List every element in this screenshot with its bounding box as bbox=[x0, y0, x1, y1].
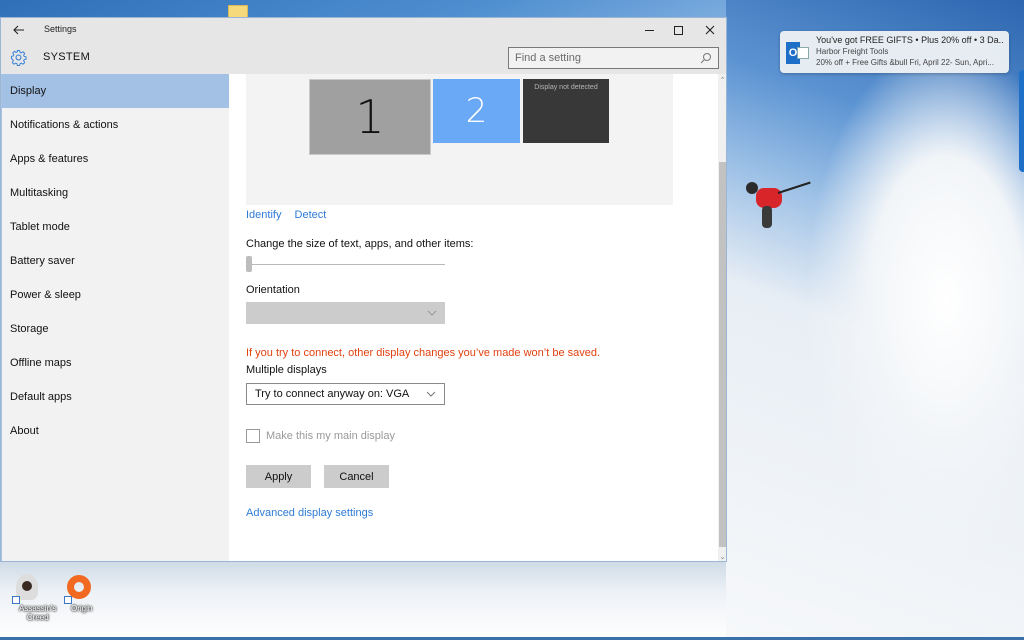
orientation-dropdown[interactable] bbox=[246, 302, 445, 324]
slider-track bbox=[246, 264, 445, 265]
desktop-icon-label: Assassin's Creed bbox=[19, 604, 57, 622]
search-box[interactable] bbox=[508, 47, 719, 69]
main-display-checkbox[interactable] bbox=[246, 429, 260, 443]
desktop-wallpaper bbox=[726, 0, 1024, 640]
close-button[interactable] bbox=[695, 20, 725, 40]
search-input[interactable] bbox=[515, 52, 700, 64]
sidebar-item-battery-saver[interactable]: Battery saver bbox=[2, 244, 229, 278]
section-title: SYSTEM bbox=[43, 51, 91, 63]
sidebar-item-offline-maps[interactable]: Offline maps bbox=[2, 346, 229, 380]
close-icon bbox=[705, 25, 715, 35]
minimize-icon bbox=[644, 29, 654, 31]
sidebar-item-display[interactable]: Display bbox=[2, 74, 229, 108]
search-icon[interactable] bbox=[700, 52, 712, 64]
multiple-displays-label: Multiple displays bbox=[246, 364, 327, 376]
multiple-displays-value: Try to connect anyway on: VGA bbox=[255, 388, 410, 400]
apply-button[interactable]: Apply bbox=[246, 465, 311, 488]
display-settings-content: 1 2 Display not detected Identify Detect… bbox=[229, 74, 718, 561]
wallpaper-skier bbox=[742, 181, 811, 242]
display-links: Identify Detect bbox=[246, 209, 336, 221]
desktop-icon-label: Origin bbox=[71, 604, 93, 613]
warning-message: If you try to connect, other display cha… bbox=[246, 347, 601, 359]
cancel-button[interactable]: Cancel bbox=[324, 465, 389, 488]
outlook-icon: O bbox=[786, 42, 809, 64]
scrollbar-thumb[interactable] bbox=[719, 162, 726, 547]
detect-link[interactable]: Detect bbox=[295, 209, 327, 221]
sidebar-item-tablet-mode[interactable]: Tablet mode bbox=[2, 210, 229, 244]
origin-icon bbox=[64, 572, 94, 604]
content-scrollbar[interactable]: ⌃ ⌄ bbox=[718, 74, 726, 561]
assassins-creed-icon bbox=[12, 572, 42, 604]
sidebar: Display Notifications & actions Apps & f… bbox=[1, 74, 229, 561]
multiple-displays-dropdown[interactable]: Try to connect anyway on: VGA bbox=[246, 383, 445, 405]
minimize-button[interactable] bbox=[634, 20, 664, 40]
sidebar-item-power-sleep[interactable]: Power & sleep bbox=[2, 278, 229, 312]
scale-label: Change the size of text, apps, and other… bbox=[246, 238, 474, 250]
notification-title: You've got FREE GIFTS • Plus 20% off • 3… bbox=[816, 35, 1003, 45]
back-arrow-icon bbox=[13, 25, 24, 35]
chevron-down-icon bbox=[426, 391, 436, 397]
back-button[interactable] bbox=[11, 21, 27, 39]
main-display-checkbox-label: Make this my main display bbox=[266, 430, 395, 442]
maximize-icon bbox=[673, 25, 683, 35]
maximize-button[interactable] bbox=[663, 20, 693, 40]
orientation-label: Orientation bbox=[246, 284, 300, 296]
sidebar-item-storage[interactable]: Storage bbox=[2, 312, 229, 346]
shortcut-arrow-icon bbox=[64, 596, 72, 604]
desktop-icon-assassins-creed[interactable]: Assassin's Creed bbox=[2, 572, 57, 622]
identify-link[interactable]: Identify bbox=[246, 209, 281, 221]
scroll-down-icon[interactable]: ⌄ bbox=[718, 551, 726, 561]
desktop-icon-origin[interactable]: Origin bbox=[54, 572, 104, 613]
sidebar-item-default-apps[interactable]: Default apps bbox=[2, 380, 229, 414]
sidebar-item-multitasking[interactable]: Multitasking bbox=[2, 176, 229, 210]
slider-thumb[interactable] bbox=[246, 256, 252, 272]
notification-toast[interactable]: O You've got FREE GIFTS • Plus 20% off •… bbox=[780, 31, 1009, 73]
settings-window: Settings SYSTEM Display Notifications & … bbox=[0, 17, 727, 562]
advanced-display-settings-link[interactable]: Advanced display settings bbox=[246, 507, 373, 519]
gear-icon bbox=[10, 49, 27, 66]
scroll-up-icon[interactable]: ⌃ bbox=[718, 74, 726, 86]
title-bar: Settings SYSTEM bbox=[1, 18, 726, 74]
desktop-wallpaper-snow bbox=[0, 562, 726, 640]
monitor-1[interactable]: 1 bbox=[309, 79, 431, 155]
chevron-down-icon bbox=[427, 310, 437, 316]
monitor-2[interactable]: 2 bbox=[433, 79, 520, 143]
scale-slider[interactable] bbox=[246, 256, 446, 272]
sidebar-item-notifications[interactable]: Notifications & actions bbox=[2, 108, 229, 142]
shortcut-arrow-icon bbox=[12, 596, 20, 604]
envelope-icon bbox=[797, 47, 809, 59]
main-display-checkbox-row[interactable]: Make this my main display bbox=[246, 429, 395, 443]
app-title: Settings bbox=[44, 24, 77, 34]
notification-sender: Harbor Freight Tools bbox=[816, 47, 889, 56]
notification-preview: 20% off + Free Gifts &bull Fri, April 22… bbox=[816, 58, 994, 67]
sidebar-item-about[interactable]: About bbox=[2, 414, 229, 448]
monitor-not-detected[interactable]: Display not detected bbox=[523, 79, 609, 143]
screen-edge-tab[interactable] bbox=[1019, 70, 1024, 172]
display-arrangement-area: 1 2 Display not detected bbox=[246, 74, 673, 205]
sidebar-item-apps-features[interactable]: Apps & features bbox=[2, 142, 229, 176]
skier-legs bbox=[762, 206, 772, 228]
